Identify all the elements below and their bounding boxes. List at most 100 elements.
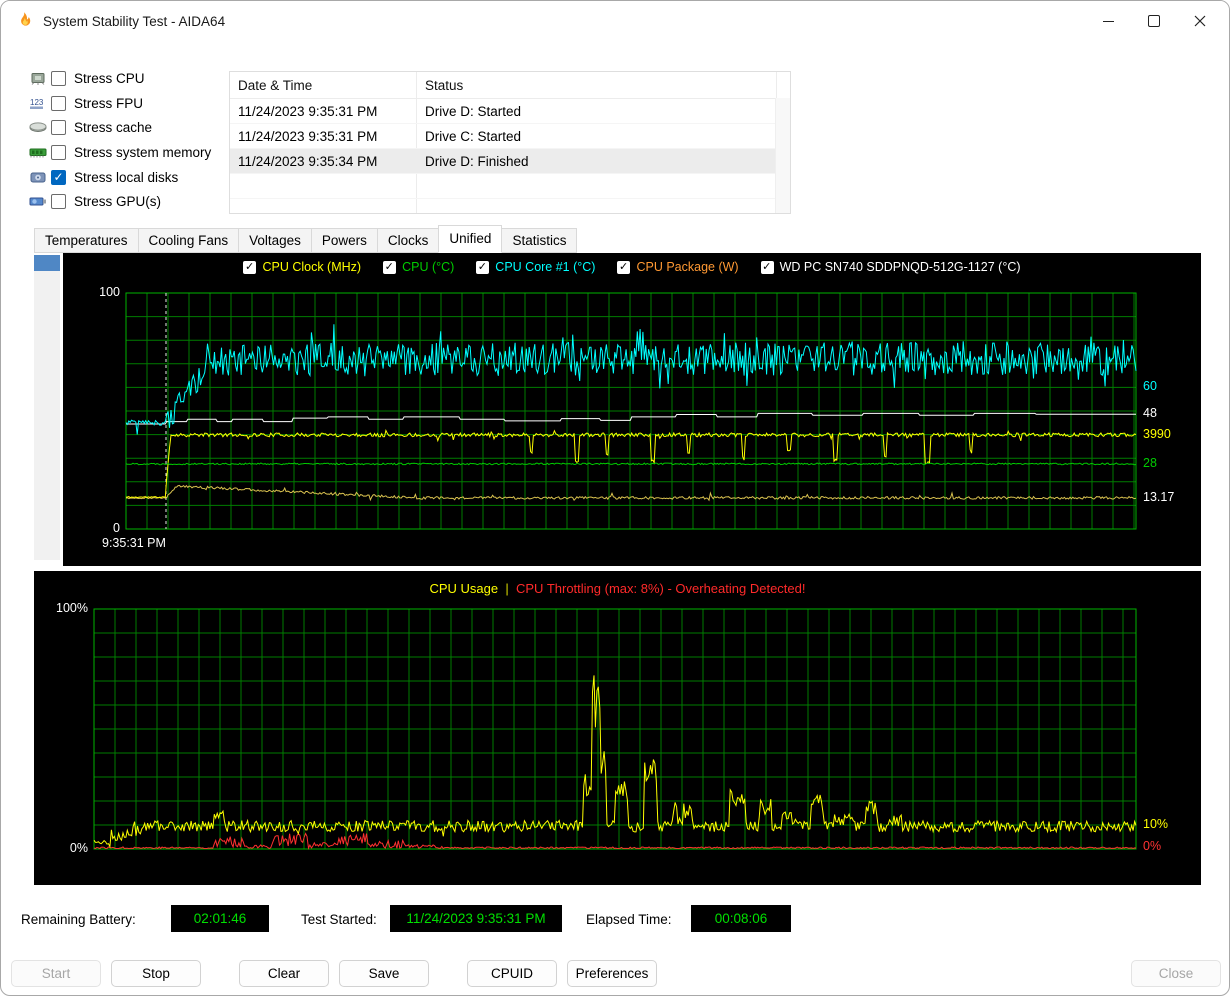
- cpu-icon: [25, 71, 51, 86]
- legend-label: CPU Package (W): [636, 260, 738, 274]
- tab-statistics[interactable]: Statistics: [501, 228, 577, 253]
- current-value-label: 28: [1143, 456, 1157, 470]
- legend-item: CPU Core #1 (°C): [476, 260, 595, 274]
- gpu-icon: [25, 194, 51, 209]
- log-row-3[interactable]: 11/24/2023 9:35:34 PM Drive D: Finished: [230, 149, 790, 174]
- legend-item: CPU Package (W): [617, 260, 738, 274]
- stress-gpu-checkbox[interactable]: [51, 194, 66, 209]
- log-row-3-time: 11/24/2023 9:35:34 PM: [230, 149, 417, 173]
- preferences-button[interactable]: Preferences: [567, 960, 657, 987]
- stress-memory-checkbox[interactable]: [51, 145, 66, 160]
- save-button[interactable]: Save: [339, 960, 429, 987]
- tab-powers[interactable]: Powers: [311, 228, 378, 253]
- close-button[interactable]: [1177, 1, 1223, 41]
- test-started-label: Test Started:: [301, 912, 377, 927]
- legend-checkbox[interactable]: [476, 261, 489, 274]
- current-value-label: 3990: [1143, 427, 1171, 441]
- current-value-label: 48: [1143, 406, 1157, 420]
- stress-gpu-label: Stress GPU(s): [74, 194, 161, 209]
- y-axis-label: 0%: [44, 841, 88, 855]
- graph-tabs: Temperatures Cooling Fans Voltages Power…: [34, 226, 576, 253]
- stress-gpu-option[interactable]: Stress GPU(s): [25, 189, 211, 214]
- current-value-label: 13.17: [1143, 490, 1174, 504]
- log-row-2[interactable]: 11/24/2023 9:35:31 PM Drive C: Started: [230, 124, 790, 149]
- current-value-label: 0%: [1143, 839, 1161, 853]
- y-axis-label: 0: [76, 521, 120, 535]
- cpuid-button[interactable]: CPUID: [467, 960, 557, 987]
- current-value-label: 10%: [1143, 817, 1168, 831]
- test-started-value: 11/24/2023 9:35:31 PM: [390, 905, 562, 932]
- stress-options-list: Stress CPU 123 Stress FPU Stress cache S…: [25, 66, 211, 214]
- stress-cpu-option[interactable]: Stress CPU: [25, 66, 211, 91]
- log-row-empty: [230, 174, 790, 199]
- elapsed-time-label: Elapsed Time:: [586, 912, 672, 927]
- log-table-header: Date & Time Status: [230, 72, 790, 99]
- log-row-2-status: Drive C: Started: [417, 124, 777, 148]
- tab-clocks[interactable]: Clocks: [377, 228, 440, 253]
- maximize-button[interactable]: [1131, 1, 1177, 41]
- stress-fpu-option[interactable]: 123 Stress FPU: [25, 91, 211, 116]
- remaining-battery-label: Remaining Battery:: [21, 912, 136, 927]
- cache-icon: [25, 120, 51, 135]
- current-value-label: 60: [1143, 379, 1157, 393]
- legend-checkbox[interactable]: [617, 261, 630, 274]
- tab-voltages[interactable]: Voltages: [238, 228, 312, 253]
- legend-item: WD PC SN740 SDDPNQD-512G-1127 (°C): [761, 260, 1021, 274]
- close-icon: [1194, 15, 1206, 27]
- start-button[interactable]: Start: [11, 960, 101, 987]
- cpu-usage-chart-panel: CPU Usage | CPU Throttling (max: 8%) - O…: [34, 571, 1201, 885]
- column-header-status[interactable]: Status: [417, 72, 777, 98]
- chart-scrollbar-thumb[interactable]: [34, 255, 60, 271]
- legend-item: CPU (°C): [383, 260, 454, 274]
- minimize-icon: [1103, 21, 1114, 22]
- legend-item: CPU Clock (MHz): [243, 260, 361, 274]
- log-row-1[interactable]: 11/24/2023 9:35:31 PM Drive D: Started: [230, 99, 790, 124]
- legend-checkbox[interactable]: [243, 261, 256, 274]
- log-row-3-status: Drive D: Finished: [417, 149, 777, 173]
- titlebar: System Stability Test - AIDA64: [1, 1, 1229, 41]
- stress-cache-label: Stress cache: [74, 120, 152, 135]
- stress-disks-checkbox[interactable]: [51, 170, 66, 185]
- sensor-chart-plot: [63, 253, 1201, 566]
- legend-label: CPU (°C): [402, 260, 454, 274]
- tab-cooling-fans[interactable]: Cooling Fans: [138, 228, 240, 253]
- legend-checkbox[interactable]: [383, 261, 396, 274]
- test-log-table: Date & Time Status 11/24/2023 9:35:31 PM…: [229, 71, 791, 214]
- chart-vertical-scrollbar[interactable]: [34, 255, 60, 560]
- legend-label: CPU Core #1 (°C): [495, 260, 595, 274]
- cpu-usage-title-text: CPU Usage: [429, 581, 498, 596]
- legend-label: WD PC SN740 SDDPNQD-512G-1127 (°C): [780, 260, 1021, 274]
- throttling-alert-text: CPU Throttling (max: 8%) - Overheating D…: [516, 581, 806, 596]
- legend-checkbox[interactable]: [761, 261, 774, 274]
- tab-unified[interactable]: Unified: [438, 225, 502, 253]
- log-row-1-status: Drive D: Started: [417, 99, 777, 123]
- log-row-1-time: 11/24/2023 9:35:31 PM: [230, 99, 417, 123]
- stress-cache-checkbox[interactable]: [51, 120, 66, 135]
- tab-temperatures[interactable]: Temperatures: [34, 228, 139, 253]
- maximize-icon: [1148, 15, 1160, 27]
- column-header-datetime[interactable]: Date & Time: [230, 72, 417, 98]
- svg-text:123: 123: [30, 98, 44, 107]
- aida64-window: System Stability Test - AIDA64 Stress CP…: [0, 0, 1230, 996]
- remaining-battery-value: 02:01:46: [171, 905, 269, 932]
- stop-button[interactable]: Stop: [111, 960, 201, 987]
- close-dialog-button[interactable]: Close: [1131, 960, 1221, 987]
- cpu-usage-chart-title: CPU Usage | CPU Throttling (max: 8%) - O…: [34, 581, 1201, 596]
- stress-cpu-checkbox[interactable]: [51, 71, 66, 86]
- window-controls: [1085, 1, 1223, 41]
- fpu-icon: 123: [25, 96, 51, 111]
- stress-cache-option[interactable]: Stress cache: [25, 115, 211, 140]
- cpu-usage-chart-plot: [34, 571, 1201, 885]
- stress-memory-option[interactable]: Stress system memory: [25, 140, 211, 165]
- window-title: System Stability Test - AIDA64: [43, 14, 225, 29]
- minimize-button[interactable]: [1085, 1, 1131, 41]
- y-axis-label: 100: [76, 285, 120, 299]
- y-axis-label: 100%: [44, 601, 88, 615]
- clear-button[interactable]: Clear: [239, 960, 329, 987]
- log-table-scrollbar[interactable]: [775, 98, 790, 213]
- stress-disks-label: Stress local disks: [74, 170, 178, 185]
- legend-label: CPU Clock (MHz): [262, 260, 361, 274]
- stress-cpu-label: Stress CPU: [74, 71, 145, 86]
- stress-fpu-checkbox[interactable]: [51, 96, 66, 111]
- stress-disks-option[interactable]: Stress local disks: [25, 165, 211, 190]
